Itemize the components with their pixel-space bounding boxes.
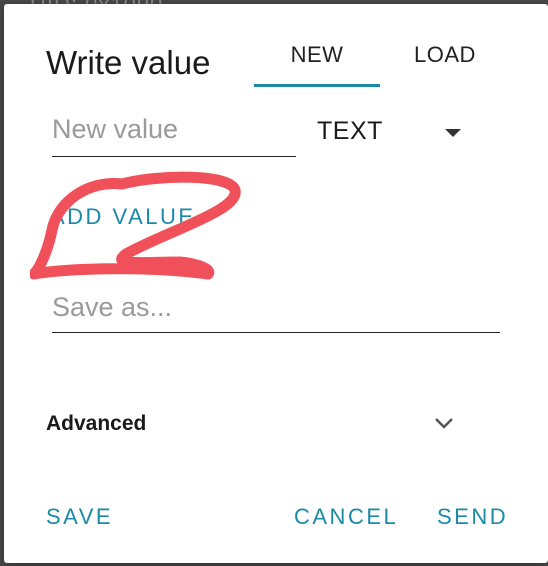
- send-button[interactable]: SEND: [437, 504, 508, 530]
- save-as-input[interactable]: [52, 292, 500, 323]
- dropdown-caret-icon: [445, 129, 461, 137]
- type-select-value: TEXT: [317, 117, 383, 145]
- new-value-input[interactable]: [52, 114, 296, 145]
- add-value-button[interactable]: ADD VALUE: [50, 204, 196, 230]
- cancel-button[interactable]: CANCEL: [294, 504, 398, 530]
- red-circle-annotation: [30, 171, 241, 280]
- active-tab-indicator: [254, 84, 380, 87]
- dialog-title: Write value: [46, 44, 211, 81]
- type-select[interactable]: TEXT: [317, 117, 467, 151]
- save-button[interactable]: SAVE: [46, 504, 113, 530]
- tab-load[interactable]: LOAD: [382, 42, 508, 88]
- new-value-field[interactable]: [52, 114, 296, 157]
- chevron-down-icon[interactable]: [432, 414, 456, 432]
- save-as-field[interactable]: [52, 292, 500, 333]
- tab-new[interactable]: NEW: [254, 42, 380, 88]
- write-value-dialog: Write value NEW LOAD TEXT ADD VALUE Adva…: [4, 4, 548, 563]
- advanced-section-label: Advanced: [46, 412, 147, 435]
